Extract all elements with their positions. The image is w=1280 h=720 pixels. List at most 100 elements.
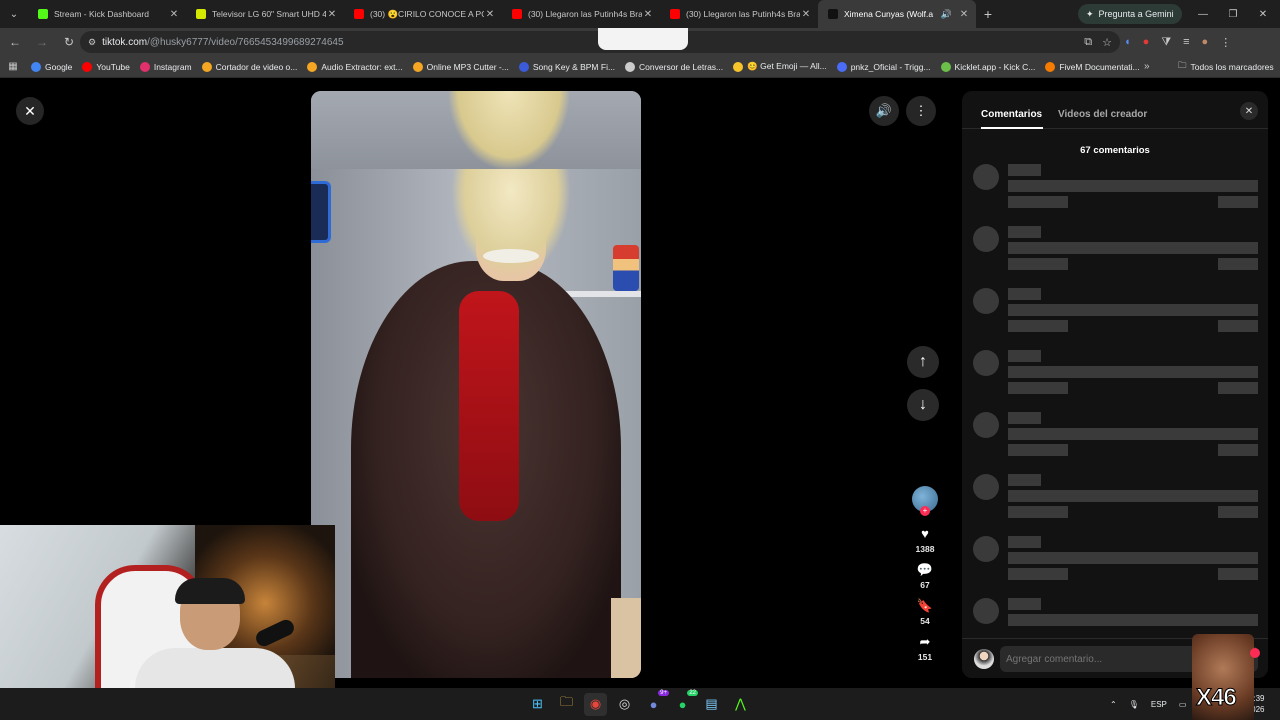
bookmark-item[interactable]: Kicklet.app - Kick C... [936,61,1041,72]
bookmark-item[interactable]: Instagram [135,61,197,72]
save-action[interactable]: 🔖 54 [917,598,933,630]
display-icon[interactable]: ▭ [1179,700,1187,709]
video-toy-figure [613,245,639,291]
tab-title: Ximena Cunyas (Wolf.a [844,9,934,19]
install-app-icon[interactable]: ⧉ [1084,36,1092,49]
window-close-icon[interactable]: ✕ [1248,0,1278,28]
bookmark-item[interactable]: 😊 Get Emoji — All... [728,61,832,72]
follow-plus-icon[interactable]: + [920,506,930,516]
forward-arrow-icon[interactable]: → [30,30,54,54]
notification-dot [1250,648,1260,658]
reload-icon[interactable]: ↻ [57,30,81,54]
chrome-icon[interactable]: ◉ [584,692,607,716]
microphone-icon[interactable]: 🎙 [1129,700,1139,709]
tab-close-icon[interactable]: ✕ [800,9,812,20]
tab-favicon-icon [38,9,48,19]
kick-studio-icon[interactable]: ⋀ [729,693,752,716]
tab-close-icon[interactable]: ✕ [484,9,496,20]
notepad-icon[interactable]: ▤ [700,693,723,716]
bookmark-item[interactable]: FiveM Documentati... [1040,61,1144,72]
tab-comments[interactable]: Comentarios [981,109,1042,120]
tab-title: Televisor LG 60" Smart UHD 4K [212,9,326,19]
share-action[interactable]: ➦ 151 [918,634,932,666]
obs-icon[interactable]: ◎ [613,693,636,716]
tab-close-icon[interactable]: ✕ [168,9,180,20]
tab-creator-videos[interactable]: Videos del creador [1058,109,1147,120]
all-bookmarks-button[interactable]: 🗀 Todos los marcadores [1178,60,1274,74]
video-player[interactable] [311,91,641,678]
media-controls-icon[interactable]: ≡ [1183,36,1189,48]
ask-gemini-button[interactable]: ✦ Pregunta a Gemini [1078,4,1182,24]
meme-overlay-text: X46 [1196,684,1238,712]
extension-red-icon[interactable]: ● [1143,36,1150,48]
bookmark-label: Google [45,61,73,72]
windows-start-icon[interactable]: ⊞ [526,693,549,716]
windows-taskbar: ⊞ 🗀 ◉ ◎ ●9+ ●22 ▤ ⋀ ⌃ 🎙 ESP ▭ 1:39 5/202… [0,688,1280,720]
previous-video-arrow-icon[interactable]: ↑ [907,346,939,378]
back-arrow-icon[interactable]: ← [3,30,27,54]
browser-tab[interactable]: (30) 😮CIRILO CONOCE A POM ✕ [344,0,502,28]
browser-tab[interactable]: (30) Llegaron las Putinh4s Brasi ✕ [502,0,660,28]
profile-avatar-icon[interactable]: ● [1202,36,1209,48]
tray-overflow-icon[interactable]: ⌃ [1110,700,1117,709]
browser-tab[interactable]: (30) Llegaron las Putinh4s Brasi ✕ [660,0,818,28]
stream-overlay-box [598,28,688,50]
browser-tab[interactable]: Stream - Kick Dashboard ✕ [28,0,186,28]
bookmark-item[interactable]: Audio Extractor: ext... [302,61,407,72]
bookmark-item[interactable]: pnkz_Oficial - Trigg... [832,61,936,72]
discord-badge: 9+ [658,689,669,696]
bookmark-favicon-icon [412,61,423,72]
tab-close-icon[interactable]: ✕ [642,9,654,20]
browser-menu-icon[interactable]: ⋮ [1220,36,1231,49]
minimize-icon[interactable]: — [1188,0,1218,28]
bookmark-item[interactable]: YouTube [77,61,134,72]
bookmark-item[interactable]: Google [26,61,77,72]
tab-audio-icon[interactable]: 🔊 [941,9,952,20]
comment-skeleton [972,536,1262,588]
bookmark-label: Audio Extractor: ext... [321,61,403,72]
tab-favicon-icon [828,9,838,19]
more-bookmarks-icon[interactable]: » [1144,61,1150,72]
discord-icon[interactable]: ● 9+ [642,689,669,716]
extensions-puzzle-icon[interactable]: ⧩ [1161,36,1171,49]
panel-tabs: Comentarios Videos del creador ✕ [962,91,1268,129]
like-action[interactable]: ♥ 1388 [916,526,935,558]
restore-icon[interactable]: ❐ [1218,0,1248,28]
bookmark-star-icon[interactable]: ☆ [1102,36,1112,49]
new-tab-button[interactable]: + [976,6,1000,22]
tab-favicon-icon [354,9,364,19]
bookmark-item[interactable]: Online MP3 Cutter -... [408,61,514,72]
more-options-icon[interactable]: ⋮ [906,96,936,126]
close-video-button[interactable]: ✕ [16,97,44,125]
bookmark-item[interactable]: Conversor de Letras... [620,61,728,72]
webcam-cap [175,578,245,604]
tab-close-icon[interactable]: ✕ [958,9,970,20]
bookmark-icon: 🔖 [916,598,934,613]
browser-tab[interactable]: Televisor LG 60" Smart UHD 4K ✕ [186,0,344,28]
whatsapp-icon[interactable]: ● 22 [671,689,698,716]
tab-search-chevron-icon[interactable]: ⌄ [0,0,28,28]
tab-title: Stream - Kick Dashboard [54,9,149,19]
extension-blue-icon[interactable]: ◖ [1124,36,1131,48]
volume-icon[interactable]: 🔊 [869,96,899,126]
bookmark-item[interactable]: Song Key & BPM Fi... [514,61,620,72]
close-panel-icon[interactable]: ✕ [1240,102,1258,120]
file-explorer-icon[interactable]: 🗀 [555,693,578,716]
bookmark-favicon-icon [836,61,847,72]
bookmark-label: Online MP3 Cutter -... [426,61,509,72]
bookmark-label: Kicklet.app - Kick C... [954,61,1036,72]
tab-close-icon[interactable]: ✕ [326,9,338,20]
bookmark-label: 😊 Get Emoji — All... [747,61,827,71]
video-red-scarf [459,291,519,521]
language-indicator[interactable]: ESP [1151,700,1167,709]
creator-avatar[interactable]: + [912,486,938,516]
gemini-icon: ✦ [1086,8,1094,19]
bookmark-label: pnkz_Oficial - Trigg... [850,61,931,72]
comment-action[interactable]: 💬 67 [917,562,933,594]
site-info-icon[interactable]: ⚙ [88,37,96,48]
share-arrow-icon: ➦ [919,634,931,649]
next-video-arrow-icon[interactable]: ↓ [907,389,939,421]
apps-grid-icon[interactable]: ▦ [0,61,26,72]
browser-tab[interactable]: Ximena Cunyas (Wolf.a 🔊 ✕ [818,0,976,28]
bookmark-item[interactable]: Cortador de video o... [197,61,303,72]
